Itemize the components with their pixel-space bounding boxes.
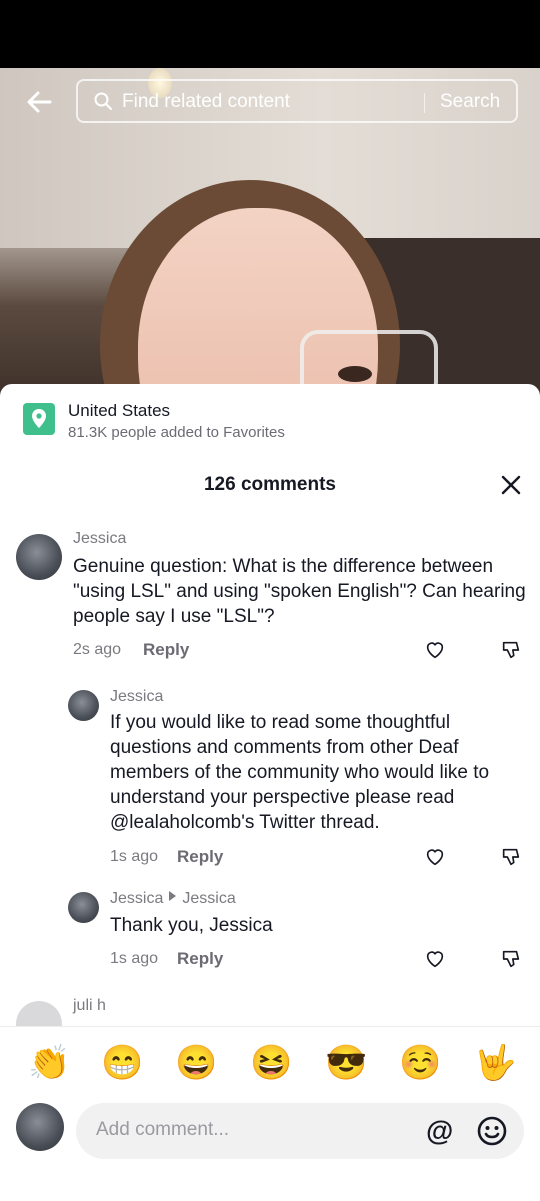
- comment-composer: 👏 😁 😄 😆 😎 ☺️ 🤟 Add comment... @: [0, 1026, 540, 1201]
- comment-time: 2s ago: [73, 641, 122, 658]
- dislike-icon[interactable]: [500, 948, 522, 970]
- heart-icon[interactable]: [424, 639, 446, 661]
- comment-author-line: Jessica Jessica: [110, 890, 236, 908]
- reply-arrow-icon: [169, 891, 177, 901]
- comment-text: Thank you, Jessica: [110, 915, 273, 936]
- reply-button[interactable]: Reply: [143, 640, 189, 660]
- comment-author[interactable]: juli h: [73, 997, 106, 1015]
- avatar[interactable]: [16, 534, 62, 580]
- comment-text: If you would like to read some thoughtfu…: [110, 712, 490, 833]
- comment-text: Genuine question: What is the difference…: [73, 556, 526, 627]
- comment-input[interactable]: Add comment... @: [76, 1103, 524, 1159]
- heart-icon[interactable]: [424, 948, 446, 970]
- search-input[interactable]: Find related content: [122, 91, 290, 113]
- avatar[interactable]: [68, 892, 99, 923]
- comment-author[interactable]: Jessica: [110, 688, 163, 706]
- comment-time: 1s ago: [110, 950, 159, 967]
- back-arrow-icon[interactable]: [24, 86, 56, 118]
- comment-author[interactable]: Jessica: [110, 890, 163, 907]
- emoji-button[interactable]: 👏: [28, 1043, 70, 1083]
- location-pin-icon[interactable]: [23, 403, 55, 435]
- emoji-button[interactable]: 😁: [101, 1043, 143, 1083]
- dislike-icon[interactable]: [500, 846, 522, 868]
- emoji-button[interactable]: 🤟: [474, 1043, 516, 1083]
- heart-icon[interactable]: [424, 846, 446, 868]
- location-subtitle: 81.3K people added to Favorites: [68, 424, 285, 441]
- avatar[interactable]: [68, 690, 99, 721]
- emoji-button[interactable]: ☺️: [399, 1043, 441, 1083]
- comment-input-placeholder: Add comment...: [96, 1119, 230, 1140]
- close-icon[interactable]: [498, 472, 524, 498]
- comment-author[interactable]: Jessica: [73, 530, 126, 548]
- top-bar: Find related content Search: [0, 78, 540, 126]
- emoji-picker-icon[interactable]: [476, 1115, 508, 1147]
- emoji-button[interactable]: 😆: [250, 1043, 292, 1083]
- dislike-icon[interactable]: [500, 639, 522, 661]
- search-box[interactable]: Find related content Search: [76, 79, 518, 123]
- reply-to-author[interactable]: Jessica: [182, 890, 235, 907]
- reply-button[interactable]: Reply: [177, 949, 223, 969]
- location-title[interactable]: United States: [68, 401, 170, 421]
- comment-time: 1s ago: [110, 848, 159, 865]
- comments-count: 126 comments: [203, 474, 336, 495]
- mention-icon[interactable]: @: [426, 1115, 453, 1147]
- search-button[interactable]: Search: [440, 91, 500, 113]
- reply-button[interactable]: Reply: [177, 847, 223, 867]
- emoji-button[interactable]: 😎: [325, 1043, 367, 1083]
- user-avatar[interactable]: [16, 1103, 64, 1151]
- search-icon: [94, 92, 112, 110]
- emoji-button[interactable]: 😄: [175, 1043, 217, 1083]
